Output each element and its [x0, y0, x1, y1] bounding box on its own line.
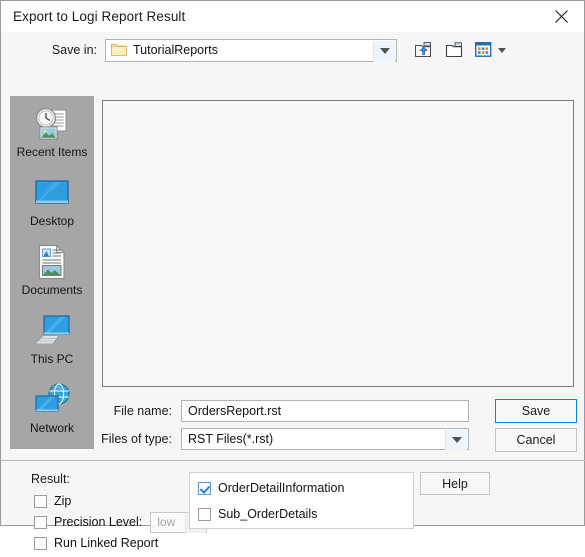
chevron-down-icon	[497, 47, 506, 53]
precision-level-checkbox[interactable]	[34, 515, 47, 529]
datasource-label: Sub_OrderDetails	[218, 507, 318, 521]
datasource-label: OrderDetailInformation	[218, 481, 345, 495]
window-title: Export to Logi Report Result	[13, 9, 186, 24]
place-label: Documents	[21, 283, 83, 297]
documents-icon	[37, 242, 67, 282]
view-menu-icon	[474, 42, 491, 57]
create-new-folder-icon	[445, 42, 463, 58]
run-linked-report-checkbox[interactable]	[34, 536, 47, 550]
save-in-combo[interactable]: TutorialReports	[105, 38, 397, 62]
precision-level-row[interactable]: Precision Level: low	[34, 511, 208, 533]
file-toolbar	[411, 39, 507, 61]
precision-level-label: Precision Level:	[54, 515, 143, 529]
list-item[interactable]: OrderDetailInformation	[190, 477, 413, 499]
help-button[interactable]: Help	[420, 472, 490, 495]
file-type-label: Files of type:	[101, 432, 172, 446]
chevron-down-icon	[451, 437, 462, 443]
run-linked-report-row[interactable]: Run Linked Report	[34, 534, 158, 552]
file-list[interactable]	[102, 100, 574, 387]
close-icon	[555, 10, 568, 23]
create-new-folder-button[interactable]	[442, 39, 466, 61]
file-name-input[interactable]: OrdersReport.rst	[181, 400, 469, 422]
section-divider	[1, 460, 585, 461]
place-label: Recent Items	[16, 145, 88, 159]
recent-items-icon	[33, 104, 71, 144]
zip-option-row[interactable]: Zip	[34, 492, 71, 510]
desktop-icon	[32, 173, 72, 213]
zip-checkbox[interactable]	[34, 494, 47, 508]
close-button[interactable]	[539, 1, 584, 32]
up-one-level-icon	[415, 42, 431, 57]
list-item[interactable]: Sub_OrderDetails	[190, 503, 413, 525]
datasource-checkbox[interactable]	[198, 507, 211, 521]
file-type-value: RST Files(*.rst)	[188, 432, 274, 446]
chevron-down-icon	[379, 48, 390, 54]
place-recent-items[interactable]: Recent Items	[10, 104, 94, 173]
datasource-checkbox[interactable]	[198, 481, 211, 495]
file-name-label: File name:	[113, 404, 172, 418]
cancel-button[interactable]: Cancel	[495, 428, 577, 452]
place-label: This PC	[30, 352, 74, 366]
save-in-row: Save in: TutorialReports	[1, 34, 585, 66]
place-documents[interactable]: Documents	[10, 242, 94, 311]
datasource-list[interactable]: OrderDetailInformation Sub_OrderDetails	[189, 472, 414, 529]
run-linked-report-label: Run Linked Report	[54, 536, 159, 550]
save-button[interactable]: Save	[495, 399, 577, 423]
result-title: Result:	[31, 472, 70, 486]
file-type-combo[interactable]: RST Files(*.rst)	[181, 428, 469, 450]
up-one-level-button[interactable]	[411, 39, 435, 61]
zip-label: Zip	[54, 494, 72, 508]
place-this-pc[interactable]: This PC	[10, 311, 94, 380]
this-pc-icon	[32, 311, 72, 351]
place-label: Desktop	[29, 214, 75, 228]
dialog-body: Save in: TutorialReports Recent Items De…	[1, 32, 585, 550]
save-in-label: Save in:	[51, 43, 97, 57]
save-in-value: TutorialReports	[133, 43, 218, 57]
folder-icon	[111, 44, 127, 56]
view-menu-button[interactable]	[473, 39, 507, 61]
places-bar: Recent Items Desktop Documents This PC N…	[10, 96, 94, 449]
file-type-dropdown-button[interactable]	[445, 430, 467, 450]
save-in-dropdown-button[interactable]	[373, 40, 395, 62]
export-dialog-window: Export to Logi Report Result Save in: Tu…	[0, 0, 585, 550]
title-bar: Export to Logi Report Result	[1, 1, 584, 32]
place-desktop[interactable]: Desktop	[10, 173, 94, 242]
precision-level-value: low	[157, 515, 176, 529]
